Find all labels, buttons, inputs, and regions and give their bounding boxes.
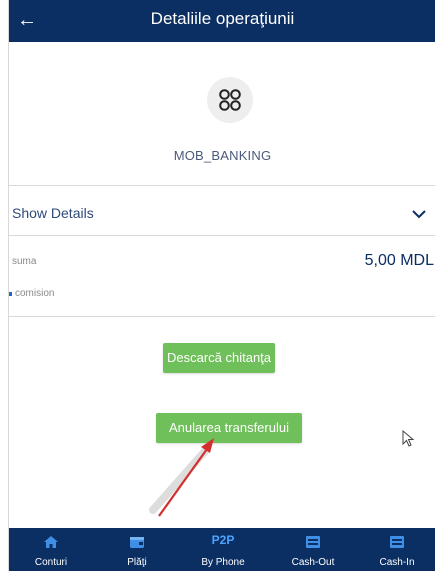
home-icon <box>44 536 58 548</box>
cash-in-icon <box>390 536 404 548</box>
wallet-icon <box>130 537 144 548</box>
download-receipt-button[interactable]: Descarcă chitanţa <box>163 343 275 373</box>
bottom-tab-bar: Conturi Plăţi P2P By Phone Cash-Out Cash… <box>9 528 435 571</box>
divider <box>9 235 435 236</box>
commission-label: comision <box>15 288 55 299</box>
tab-label: Conturi <box>34 557 68 568</box>
tab-label: Plăţi <box>127 557 147 568</box>
show-details-toggle[interactable]: Show Details <box>9 196 435 232</box>
tab-cash-in[interactable]: Cash-In <box>355 528 435 571</box>
back-arrow-icon[interactable]: ← <box>13 6 41 34</box>
tab-label: By Phone <box>201 557 245 568</box>
app-screen: ← Detaliile operaţiunii MOB_BANKING Show… <box>8 0 435 571</box>
mouse-pointer-icon <box>402 430 415 447</box>
tab-label: Cash-Out <box>291 557 335 568</box>
tab-cash-out[interactable]: Cash-Out <box>271 528 355 571</box>
top-bar: ← Detaliile operaţiunii <box>9 0 435 42</box>
tab-by-phone[interactable]: P2P By Phone <box>181 528 265 571</box>
cancel-transfer-button[interactable]: Anularea transferului <box>156 413 302 443</box>
row-marker <box>9 292 12 296</box>
tab-label: Cash-In <box>379 557 415 568</box>
page-title: Detaliile operaţiunii <box>150 9 295 28</box>
service-name: MOB_BANKING <box>173 148 272 163</box>
cash-out-icon <box>306 536 320 548</box>
divider <box>9 185 435 186</box>
p2p-icon: P2P <box>211 533 235 547</box>
tab-conturi[interactable]: Conturi <box>9 528 93 571</box>
service-circles-icon <box>207 77 253 123</box>
amount-label: suma <box>12 256 37 267</box>
divider <box>9 316 435 317</box>
chevron-down-icon <box>412 210 426 219</box>
show-details-label: Show Details <box>12 205 94 221</box>
tab-plati[interactable]: Plăţi <box>95 528 179 571</box>
amount-value: 5,00 MDL <box>364 252 434 269</box>
